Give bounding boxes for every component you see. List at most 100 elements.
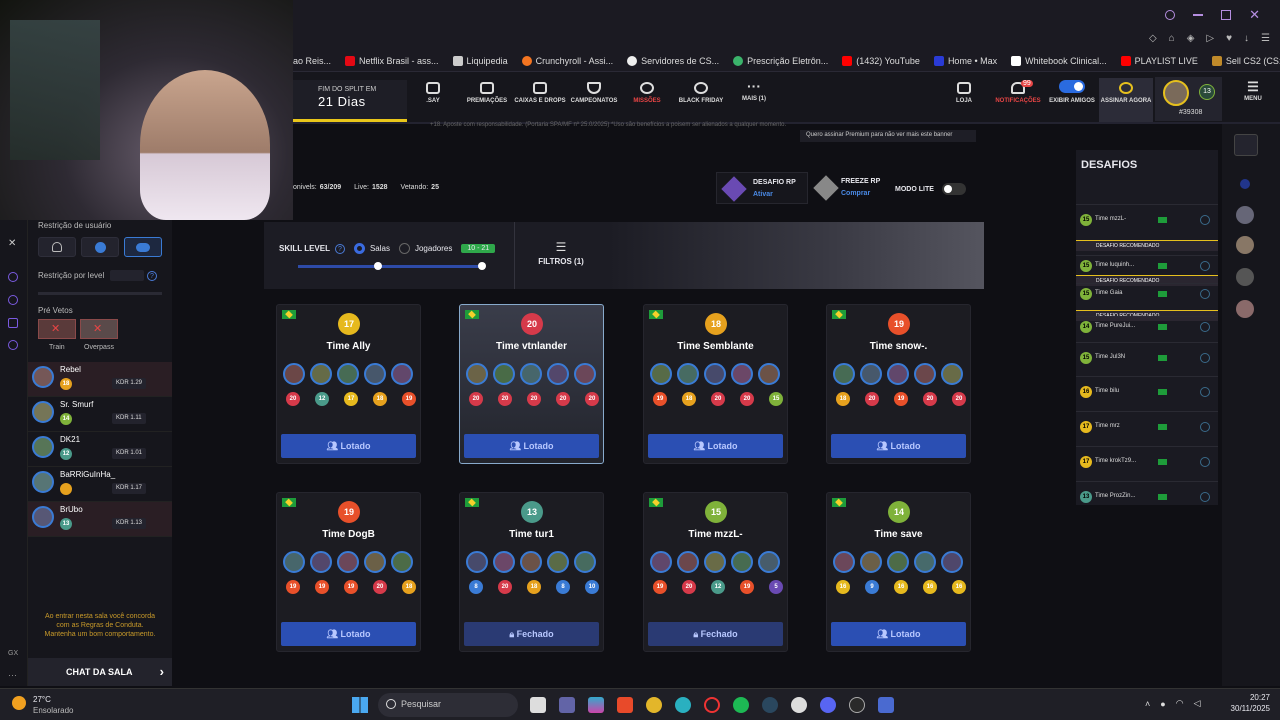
player-avatar[interactable] (914, 551, 936, 573)
challenge-item[interactable]: 15 Time mzzL- (1076, 204, 1218, 236)
extension-icon[interactable]: ⌂ (1169, 33, 1175, 44)
friend-avatar[interactable] (1236, 300, 1254, 318)
player-avatar[interactable] (758, 551, 780, 573)
room-card[interactable]: 15 Time mzzL- 19 20 12 19 5 🔒︎ Fechado (643, 492, 788, 652)
spotify-icon[interactable] (733, 697, 749, 713)
wifi-icon[interactable]: ◠ (1176, 698, 1184, 709)
bookmark[interactable]: Netflix Brasil - ass... (345, 55, 439, 66)
player-avatar[interactable] (704, 551, 726, 573)
toggle-switch[interactable] (1059, 80, 1085, 93)
volume-icon[interactable]: ◁ (1194, 698, 1201, 709)
slider-handle-max[interactable] (478, 262, 486, 270)
player-avatar[interactable] (860, 363, 882, 385)
player-avatar[interactable] (574, 363, 596, 385)
room-player[interactable]: BaRRiGuInHa_ KDR 1.17 (28, 467, 172, 502)
room-full-button[interactable]: 👥︎ Lotado (831, 622, 966, 646)
player-avatar[interactable] (391, 363, 413, 385)
freeze-rp[interactable]: FREEZE RP Comprar (811, 172, 889, 204)
player-avatar[interactable] (364, 551, 386, 573)
room-card[interactable]: 13 Time tur1 8 20 18 8 10 🔒︎ Fechado (459, 492, 604, 652)
nav-loja[interactable]: LOJA (937, 78, 991, 104)
player-avatar[interactable] (310, 363, 332, 385)
room-card[interactable]: 19 Time DogB 19 19 19 20 18 👥︎ Lotado (276, 492, 421, 652)
close-icon[interactable]: ✕ (1249, 7, 1260, 23)
restriction-verified-button[interactable] (81, 237, 119, 257)
veto-map-train[interactable]: ✕ (38, 319, 76, 339)
bookmark[interactable]: Sell CS2 (CS:GO)... (1211, 55, 1280, 66)
bookmark[interactable]: Crunchyroll - Assi... (521, 55, 613, 66)
player-avatar[interactable] (391, 551, 413, 573)
minimize-icon[interactable] (1193, 14, 1204, 16)
room-player[interactable]: BrUbo 13 KDR 1.13 (28, 502, 172, 537)
search-icon[interactable] (1165, 10, 1176, 20)
nav-campeonatos[interactable]: CAMPEONATOS (567, 78, 621, 104)
challenge-item[interactable]: 15 Time Jul3N (1076, 342, 1218, 374)
player-avatar[interactable] (704, 363, 726, 385)
friend-avatar[interactable] (1236, 268, 1254, 286)
play-icon[interactable]: ▷ (1206, 33, 1214, 44)
player-avatar[interactable] (941, 363, 963, 385)
room-player[interactable]: Rebel 18 KDR 1.29 (28, 362, 172, 397)
player-avatar[interactable] (650, 551, 672, 573)
bookmark[interactable]: ao Reis... (293, 56, 331, 66)
nav-assinar[interactable]: ASSINAR AGORA (1099, 78, 1153, 122)
room-closed-button[interactable]: 🔒︎ Fechado (464, 622, 599, 646)
player-avatar[interactable] (758, 363, 780, 385)
radio-salas[interactable] (353, 243, 365, 254)
gear-icon[interactable] (8, 340, 18, 350)
player-avatar[interactable] (337, 551, 359, 573)
player-avatar[interactable] (833, 363, 855, 385)
room-card[interactable]: 18 Time Semblante 19 18 20 20 15 👥︎ Lotado (643, 304, 788, 464)
veto-map-overpass[interactable]: ✕ (80, 319, 118, 339)
teams-icon[interactable] (559, 697, 575, 713)
help-icon[interactable]: ? (147, 271, 157, 281)
player-avatar[interactable] (887, 551, 909, 573)
challenge-item[interactable]: 16 Time bilu (1076, 376, 1218, 408)
nav-notificacoes[interactable]: NOTIFICAÇÕES 99 (991, 78, 1045, 104)
player-avatar[interactable] (914, 363, 936, 385)
player-avatar[interactable] (677, 551, 699, 573)
premium-banner-link[interactable]: Quero assinar Premium para não ver mais … (800, 130, 976, 142)
circle-icon[interactable] (8, 272, 18, 282)
app-icon[interactable] (878, 697, 894, 713)
download-icon[interactable]: ↓ (1244, 33, 1249, 44)
player-avatar[interactable] (520, 363, 542, 385)
player-avatar[interactable] (574, 551, 596, 573)
player-avatar[interactable] (283, 363, 305, 385)
room-card[interactable]: 20 Time vtnlander 20 20 20 20 20 👥︎ Lotado (459, 304, 604, 464)
room-full-button[interactable]: 👥︎ Lotado (464, 434, 599, 458)
opera-icon[interactable] (704, 697, 720, 713)
desafio-rp[interactable]: DESAFIO RP Ativar (716, 172, 808, 204)
player-avatar[interactable] (941, 551, 963, 573)
github-icon[interactable] (791, 697, 807, 713)
bookmark[interactable]: PLAYLIST LIVE (1120, 55, 1198, 66)
player-avatar[interactable] (650, 363, 672, 385)
player-avatar[interactable] (466, 363, 488, 385)
start-button[interactable] (352, 697, 368, 713)
extension-icon[interactable]: ◇ (1149, 33, 1157, 44)
room-card[interactable]: 19 Time snow-. 18 20 19 20 20 👥︎ Lotado (826, 304, 971, 464)
shield-icon[interactable]: ◈ (1187, 33, 1195, 44)
nav-missoes[interactable]: MISSÕES (620, 78, 674, 104)
player-avatar[interactable] (364, 363, 386, 385)
edge-icon[interactable] (675, 697, 691, 713)
slider-handle-min[interactable] (374, 262, 382, 270)
maximize-icon[interactable] (1221, 10, 1232, 20)
friend-avatar[interactable] (1236, 236, 1254, 254)
room-player[interactable]: Sr. Smurf 14 KDR 1.11 (28, 397, 172, 432)
room-full-button[interactable]: 👥︎ Lotado (281, 622, 416, 646)
room-full-button[interactable]: 👥︎ Lotado (831, 434, 966, 458)
chat-icon[interactable] (1234, 134, 1258, 156)
bookmark[interactable]: (1432) YouTube (842, 55, 920, 66)
modo-lite[interactable]: MODO LITE (895, 183, 966, 195)
restriction-users-button[interactable] (38, 237, 76, 257)
room-full-button[interactable]: 👥︎ Lotado (648, 434, 783, 458)
nav-exibir-amigos[interactable]: EXIBIR AMIGOS (1045, 78, 1099, 104)
taskbar-search[interactable]: Pesquisar (378, 693, 518, 717)
clock-icon[interactable] (8, 295, 18, 305)
player-avatar[interactable] (887, 363, 909, 385)
nav-mais[interactable]: ··· MAIS (1) (727, 78, 781, 102)
nav-premiacoes[interactable]: PREMIAÇÕES (460, 78, 514, 104)
chat-da-sala-button[interactable]: CHAT DA SALA › (28, 658, 172, 686)
toggle-switch[interactable] (941, 183, 966, 195)
